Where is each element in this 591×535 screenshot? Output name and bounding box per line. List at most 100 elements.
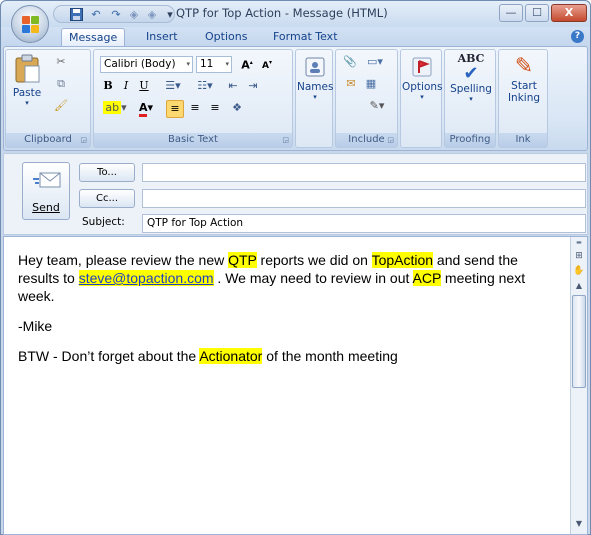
view-ruler-icon[interactable]: ⊞ xyxy=(571,249,587,263)
pan-hand-icon[interactable]: ✋ xyxy=(571,264,587,278)
tab-options[interactable]: Options xyxy=(205,30,247,43)
basic-text-group: Calibri (Body) ▾ 11 ▾ A▴ A▾ B I U ☰▾ ☷▾ ⇤ … xyxy=(93,49,293,148)
previous-item-icon[interactable]: ◈ xyxy=(126,7,142,22)
spelling-button[interactable]: ABC ✔ Spelling ▾ xyxy=(446,52,496,132)
bold-button[interactable]: B xyxy=(100,78,116,94)
message-text[interactable]: Hey team, please review the new QTP repo… xyxy=(18,251,553,377)
bullets-icon[interactable]: ☰▾ xyxy=(158,78,188,94)
options-dropdown-icon: ▾ xyxy=(420,93,424,101)
cc-button[interactable]: Cc... xyxy=(79,189,135,208)
help-icon[interactable]: ? xyxy=(571,30,584,43)
save-icon[interactable] xyxy=(68,7,84,22)
format-painter-icon[interactable]: 🖌 xyxy=(52,98,70,114)
names-group: Names ▾ xyxy=(295,49,333,148)
to-button[interactable]: To... xyxy=(79,163,135,182)
quick-access-toolbar: ↶ ↷ ◈ ◈ ▾ xyxy=(53,5,175,23)
align-center-icon[interactable]: ≡ xyxy=(186,100,204,116)
business-card-icon[interactable]: ▭▾ xyxy=(360,54,390,70)
include-launcher-icon[interactable]: ◲ xyxy=(387,136,394,144)
subject-label: Subject: xyxy=(82,216,125,228)
tab-insert[interactable]: Insert xyxy=(146,30,178,43)
styles-icon[interactable]: ❖ xyxy=(228,100,246,116)
window-title: QTP for Top Action - Message (HTML) xyxy=(176,6,388,20)
scroll-up-icon[interactable]: ▲ xyxy=(571,279,587,293)
paste-dropdown-icon[interactable]: ▾ xyxy=(10,99,44,107)
clipboard-group: Paste ▾ ✂ ⧉ 🖌 Clipboard ◲ xyxy=(5,49,91,148)
send-label: Send xyxy=(32,201,60,214)
options-group: Options ▾ xyxy=(400,49,443,148)
highlight-acp: ACP xyxy=(412,270,442,286)
vertical-scrollbar[interactable]: ▬ ⊞ ✋ ▲ ▼ xyxy=(570,237,587,534)
start-inking-label-1: Start xyxy=(511,80,537,92)
calendar-icon[interactable]: ▦ xyxy=(362,76,380,92)
increase-indent-icon[interactable]: ⇥ xyxy=(244,78,262,94)
size-dropdown-icon: ▾ xyxy=(225,60,229,68)
italic-button[interactable]: I xyxy=(118,78,134,94)
signature-icon[interactable]: ✎▾ xyxy=(362,98,392,114)
options-button[interactable]: Options ▾ xyxy=(402,56,443,116)
basic-text-group-label: Basic Text xyxy=(94,133,292,147)
split-handle-icon[interactable]: ▬ xyxy=(571,239,587,249)
cut-icon[interactable]: ✂ xyxy=(52,54,70,70)
names-dropdown-icon: ▾ xyxy=(313,93,317,101)
options-label: Options xyxy=(402,81,443,93)
maximize-button[interactable]: ☐ xyxy=(525,4,549,22)
ink-group-label: Ink xyxy=(499,133,547,147)
scroll-thumb[interactable] xyxy=(572,295,586,388)
align-right-icon[interactable]: ≡ xyxy=(206,100,224,116)
font-color-icon[interactable]: A▾ xyxy=(132,100,160,117)
font-dropdown-icon: ▾ xyxy=(186,60,190,68)
underline-button[interactable]: U xyxy=(136,78,152,94)
paste-icon xyxy=(15,54,40,83)
message-header: Send To... Cc... Subject: QTP for Top Ac… xyxy=(3,153,588,235)
decrease-indent-icon[interactable]: ⇤ xyxy=(224,78,242,94)
clipboard-launcher-icon[interactable]: ◲ xyxy=(80,136,87,144)
ink-group: ✎ Start Inking Ink xyxy=(498,49,548,148)
spelling-dropdown-icon: ▾ xyxy=(469,95,473,103)
clipboard-group-label: Clipboard xyxy=(6,133,90,147)
redo-icon[interactable]: ↷ xyxy=(108,7,124,22)
scroll-down-icon[interactable]: ▼ xyxy=(571,517,587,531)
body-paragraph-1: Hey team, please review the new QTP repo… xyxy=(18,252,526,304)
office-button[interactable] xyxy=(11,5,49,43)
paste-button[interactable]: Paste ▾ xyxy=(10,54,44,114)
attach-item-icon[interactable]: ✉ xyxy=(342,76,360,92)
basic-text-launcher-icon[interactable]: ◲ xyxy=(282,136,289,144)
message-window: ↶ ↷ ◈ ◈ ▾ QTP for Top Action - Message (… xyxy=(0,0,591,535)
subject-field[interactable]: QTP for Top Action xyxy=(142,214,586,233)
align-left-icon[interactable]: ≡ xyxy=(166,100,184,118)
grow-font-icon[interactable]: A▴ xyxy=(238,55,256,74)
start-inking-button[interactable]: ✎ Start Inking xyxy=(500,54,548,132)
follow-up-flag-icon xyxy=(412,57,432,77)
proofing-group-label: Proofing xyxy=(445,133,495,147)
close-button[interactable]: X xyxy=(551,4,587,22)
ribbon: Paste ▾ ✂ ⧉ 🖌 Clipboard ◲ Calibri (Body)… xyxy=(3,46,588,151)
font-size-combo[interactable]: 11 ▾ xyxy=(196,56,232,73)
office-logo-icon xyxy=(22,16,39,33)
start-inking-label-2: Inking xyxy=(507,92,541,104)
names-label: Names xyxy=(297,81,334,93)
tab-format-text[interactable]: Format Text xyxy=(273,30,338,43)
copy-icon[interactable]: ⧉ xyxy=(52,76,70,92)
ribbon-tabs: Message Insert Options Format Text ? xyxy=(1,27,590,46)
numbering-icon[interactable]: ☷▾ xyxy=(190,78,220,94)
email-link[interactable]: steve@topaction.com xyxy=(78,270,214,286)
attach-file-icon[interactable]: 📎 xyxy=(342,54,358,70)
undo-icon[interactable]: ↶ xyxy=(88,7,104,22)
title-bar: ↶ ↷ ◈ ◈ ▾ QTP for Top Action - Message (… xyxy=(1,1,590,27)
cc-field[interactable] xyxy=(142,189,586,208)
shrink-font-icon[interactable]: A▾ xyxy=(258,55,276,74)
highlight-icon[interactable]: ab ▾ xyxy=(100,100,130,116)
tab-message[interactable]: Message xyxy=(61,28,126,46)
to-field[interactable] xyxy=(142,163,586,182)
spelling-label: Spelling xyxy=(450,83,492,95)
next-item-icon[interactable]: ◈ xyxy=(144,7,160,22)
body-signature: -Mike xyxy=(18,318,53,334)
send-button[interactable]: Send xyxy=(22,162,70,220)
names-button[interactable]: Names ▾ xyxy=(297,56,333,116)
minimize-button[interactable]: — xyxy=(499,4,523,22)
message-body[interactable]: Hey team, please review the new QTP repo… xyxy=(3,236,588,535)
font-combo[interactable]: Calibri (Body) ▾ xyxy=(100,56,193,73)
body-paragraph-3: BTW - Don’t forget about the Actionator … xyxy=(18,348,398,364)
highlight-topaction: TopAction xyxy=(371,252,434,268)
